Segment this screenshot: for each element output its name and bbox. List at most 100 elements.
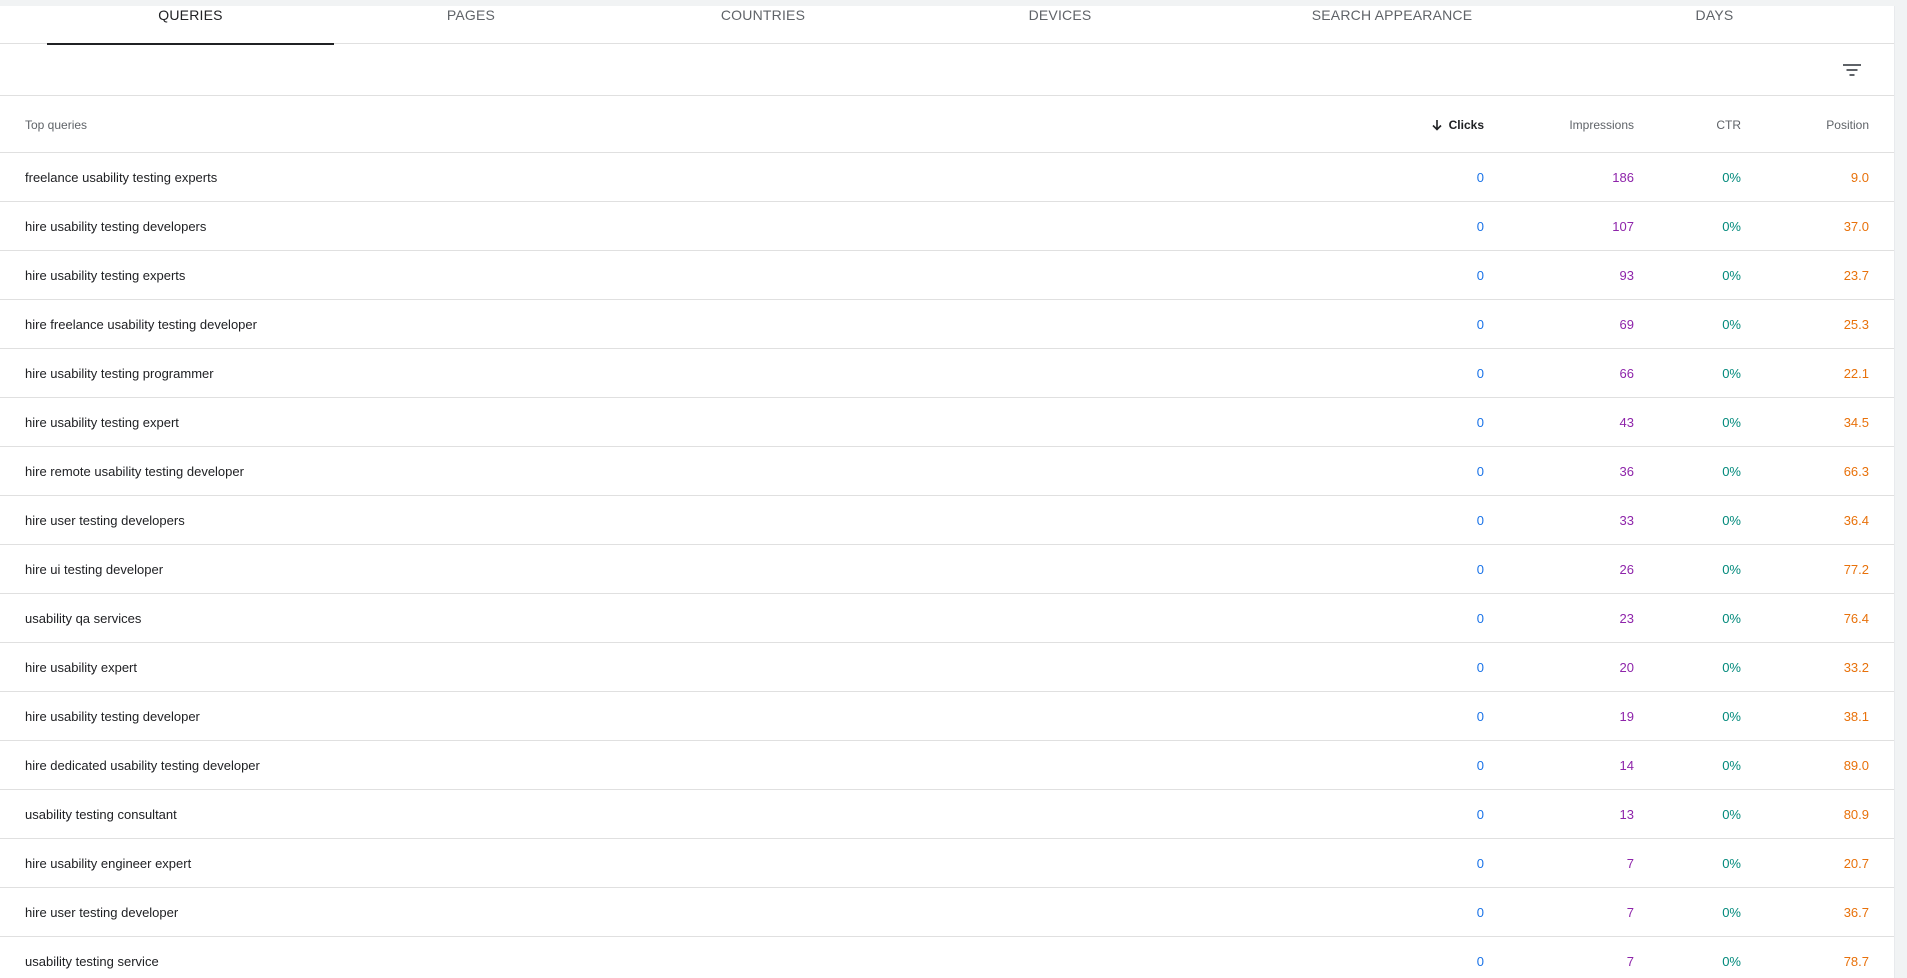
clicks-cell: 0 bbox=[1476, 219, 1484, 234]
table-row[interactable]: usability testing consultant 0 13 0% 80.9 bbox=[0, 790, 1894, 839]
ctr-cell: 0% bbox=[1722, 317, 1741, 332]
position-cell: 36.7 bbox=[1843, 905, 1869, 920]
clicks-cell: 0 bbox=[1476, 807, 1484, 822]
impressions-cell: 7 bbox=[1626, 954, 1634, 969]
table-row[interactable]: hire usability engineer expert 0 7 0% 20.7 bbox=[0, 839, 1894, 888]
query-cell: hire usability expert bbox=[25, 660, 137, 675]
table-row[interactable]: hire dedicated usability testing develop… bbox=[0, 741, 1894, 790]
impressions-cell: 43 bbox=[1619, 415, 1634, 430]
table-row[interactable]: hire remote usability testing developer 0… bbox=[0, 447, 1894, 496]
query-cell: hire usability testing experts bbox=[25, 268, 186, 283]
table-header: Top queries Clicks Impressions CTR Posit… bbox=[0, 96, 1894, 153]
clicks-cell: 0 bbox=[1476, 954, 1484, 969]
position-cell: 89.0 bbox=[1843, 758, 1869, 773]
query-cell: hire usability testing programmer bbox=[25, 366, 214, 381]
impressions-cell: 186 bbox=[1612, 170, 1634, 185]
position-cell: 33.2 bbox=[1843, 660, 1869, 675]
query-cell: hire usability testing expert bbox=[25, 415, 179, 430]
impressions-cell: 20 bbox=[1619, 660, 1634, 675]
ctr-cell: 0% bbox=[1722, 366, 1741, 381]
table-row[interactable]: freelance usability testing experts 0 186 0… bbox=[0, 153, 1894, 202]
impressions-cell: 66 bbox=[1619, 366, 1634, 381]
clicks-cell: 0 bbox=[1476, 905, 1484, 920]
impressions-cell: 107 bbox=[1612, 219, 1634, 234]
impressions-cell: 93 bbox=[1619, 268, 1634, 283]
ctr-cell: 0% bbox=[1722, 611, 1741, 626]
arrow-down-icon bbox=[1432, 119, 1442, 131]
position-cell: 66.3 bbox=[1843, 464, 1869, 479]
table-row[interactable]: usability testing service 0 7 0% 78.7 bbox=[0, 937, 1894, 978]
position-cell: 37.0 bbox=[1843, 219, 1869, 234]
impressions-cell: 7 bbox=[1626, 856, 1634, 871]
position-cell: 77.2 bbox=[1843, 562, 1869, 577]
ctr-cell: 0% bbox=[1722, 954, 1741, 969]
ctr-cell: 0% bbox=[1722, 562, 1741, 577]
clicks-cell: 0 bbox=[1476, 758, 1484, 773]
table-row[interactable]: hire user testing developer 0 7 0% 36.7 bbox=[0, 888, 1894, 937]
header-impressions[interactable]: Impressions bbox=[1569, 96, 1634, 153]
tab-days[interactable]: DAYS bbox=[1582, 6, 1847, 44]
query-cell: hire freelance usability testing develop… bbox=[25, 317, 257, 332]
clicks-cell: 0 bbox=[1476, 709, 1484, 724]
tab-countries[interactable]: COUNTRIES bbox=[608, 6, 918, 44]
tab-label: PAGES bbox=[446, 7, 496, 23]
table-row[interactable]: hire ui testing developer 0 26 0% 77.2 bbox=[0, 545, 1894, 594]
tab-label: SEARCH APPEARANCE bbox=[1311, 7, 1473, 23]
clicks-cell: 0 bbox=[1476, 464, 1484, 479]
ctr-cell: 0% bbox=[1722, 219, 1741, 234]
filter-button[interactable] bbox=[1838, 56, 1866, 84]
clicks-cell: 0 bbox=[1476, 268, 1484, 283]
filter-list-icon bbox=[1843, 64, 1861, 76]
impressions-cell: 26 bbox=[1619, 562, 1634, 577]
header-clicks[interactable]: Clicks bbox=[1431, 96, 1484, 153]
tab-queries[interactable]: QUERIES bbox=[47, 6, 334, 45]
table-row[interactable]: hire usability testing programmer 0 66 0% 22… bbox=[0, 349, 1894, 398]
position-cell: 34.5 bbox=[1843, 415, 1869, 430]
header-position[interactable]: Position bbox=[1826, 96, 1869, 153]
query-cell: hire usability testing developers bbox=[25, 219, 207, 234]
header-ctr[interactable]: CTR bbox=[1716, 96, 1741, 153]
ctr-cell: 0% bbox=[1722, 660, 1741, 675]
position-cell: 80.9 bbox=[1843, 807, 1869, 822]
query-cell: hire user testing developers bbox=[25, 513, 185, 528]
ctr-cell: 0% bbox=[1722, 415, 1741, 430]
table-body: freelance usability testing experts 0 186 0… bbox=[0, 153, 1894, 978]
table-row[interactable]: hire user testing developers 0 33 0% 36.4 bbox=[0, 496, 1894, 545]
clicks-cell: 0 bbox=[1476, 611, 1484, 626]
clicks-cell: 0 bbox=[1476, 856, 1484, 871]
header-clicks-label: Clicks bbox=[1448, 117, 1484, 132]
impressions-cell: 7 bbox=[1626, 905, 1634, 920]
position-cell: 22.1 bbox=[1843, 366, 1869, 381]
clicks-cell: 0 bbox=[1476, 415, 1484, 430]
header-top-queries[interactable]: Top queries bbox=[25, 96, 87, 153]
table-row[interactable]: hire usability testing expert 0 43 0% 34.5 bbox=[0, 398, 1894, 447]
ctr-cell: 0% bbox=[1722, 905, 1741, 920]
impressions-cell: 14 bbox=[1619, 758, 1634, 773]
tab-label: QUERIES bbox=[158, 7, 223, 23]
position-cell: 78.7 bbox=[1843, 954, 1869, 969]
dimension-tabs: QUERIES PAGES COUNTRIES DEVICES SEARCH A… bbox=[0, 6, 1894, 45]
clicks-cell: 0 bbox=[1476, 366, 1484, 381]
clicks-cell: 0 bbox=[1476, 513, 1484, 528]
ctr-cell: 0% bbox=[1722, 268, 1741, 283]
query-cell: freelance usability testing experts bbox=[25, 170, 218, 185]
query-cell: hire dedicated usability testing develop… bbox=[25, 758, 260, 773]
table-row[interactable]: usability qa services 0 23 0% 76.4 bbox=[0, 594, 1894, 643]
tab-search-appearance[interactable]: SEARCH APPEARANCE bbox=[1202, 6, 1582, 44]
table-row[interactable]: hire usability testing developers 0 107 0% 3… bbox=[0, 202, 1894, 251]
table-row[interactable]: hire usability expert 0 20 0% 33.2 bbox=[0, 643, 1894, 692]
position-cell: 9.0 bbox=[1850, 170, 1869, 185]
position-cell: 38.1 bbox=[1843, 709, 1869, 724]
table-row[interactable]: hire freelance usability testing develop… bbox=[0, 300, 1894, 349]
clicks-cell: 0 bbox=[1476, 562, 1484, 577]
table-row[interactable]: hire usability testing developer 0 19 0% 38.… bbox=[0, 692, 1894, 741]
query-cell: hire remote usability testing developer bbox=[25, 464, 244, 479]
ctr-cell: 0% bbox=[1722, 464, 1741, 479]
performance-table-card: QUERIES PAGES COUNTRIES DEVICES SEARCH A… bbox=[0, 6, 1895, 978]
ctr-cell: 0% bbox=[1722, 170, 1741, 185]
clicks-cell: 0 bbox=[1476, 660, 1484, 675]
tab-pages[interactable]: PAGES bbox=[334, 6, 608, 44]
table-row[interactable]: hire usability testing experts 0 93 0% 23.7 bbox=[0, 251, 1894, 300]
tab-devices[interactable]: DEVICES bbox=[918, 6, 1202, 44]
query-cell: hire user testing developer bbox=[25, 905, 179, 920]
